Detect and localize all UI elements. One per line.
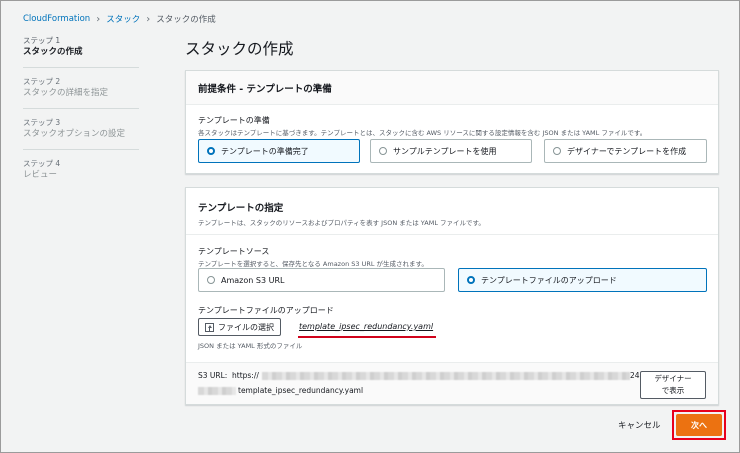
breadcrumb: CloudFormation › スタック › スタックの作成 (23, 13, 216, 26)
cancel-button[interactable]: キャンセル (618, 419, 661, 431)
template-source-desc: テンプレートを選択すると、保存先となる Amazon S3 URL が生成されま… (198, 260, 428, 268)
next-button-highlight: 次へ (672, 410, 726, 440)
highlight-underline (298, 336, 436, 338)
view-in-designer-button[interactable]: デザイナー で表示 (640, 371, 706, 399)
wizard-step-2: ステップ 2 スタックの詳細を指定 (23, 76, 139, 109)
template-panel: テンプレートの指定 テンプレートは、スタックのリソースおよびプロパティを表す J… (185, 187, 719, 405)
radio-upload-file[interactable]: テンプレートファイルのアップロード (458, 268, 707, 292)
designer-button-line1: デザイナー (654, 374, 692, 383)
template-source-label: テンプレートソース (198, 247, 270, 256)
redacted-url (198, 387, 236, 395)
step-name: レビュー (23, 170, 58, 180)
breadcrumb-stacks[interactable]: スタック (106, 13, 140, 25)
choose-file-label: ファイルの選択 (218, 322, 274, 332)
step-number: ステップ 2 (23, 77, 61, 86)
radio-label: Amazon S3 URL (221, 275, 285, 285)
radio-label: サンプルテンプレートを使用 (393, 146, 497, 156)
s3-url-filename: template_ipsec_redundancy.yaml (238, 386, 364, 395)
breadcrumb-current: スタックの作成 (156, 15, 216, 25)
radio-unselected-icon (207, 276, 215, 284)
breadcrumb-cloudformation[interactable]: CloudFormation (23, 14, 90, 24)
wizard-step-3: ステップ 3 スタックオプションの設定 (23, 117, 139, 150)
radio-selected-icon (467, 276, 475, 284)
radio-selected-icon (207, 147, 215, 155)
step-name: スタックオプションの設定 (23, 129, 126, 139)
step-number: ステップ 4 (23, 159, 61, 168)
choose-file-button[interactable]: ファイルの選択 (198, 318, 281, 336)
wizard-step-4: ステップ 4 レビュー (23, 158, 139, 190)
template-panel-desc: テンプレートは、スタックのリソースおよびプロパティを表す JSON または YA… (198, 219, 485, 227)
upload-label: テンプレートファイルのアップロード (198, 306, 334, 315)
s3-url-label: S3 URL: (198, 371, 228, 380)
redacted-url (262, 372, 630, 380)
wizard-step-1: ステップ 1 スタックの作成 (23, 35, 139, 68)
selected-filename: template_ipsec_redundancy.yaml (299, 322, 434, 331)
template-panel-title: テンプレートの指定 (198, 203, 284, 214)
prereq-panel: 前提条件 - テンプレートの準備 テンプレートの準備 各スタックはテンプレートに… (185, 70, 719, 174)
s3-url-tail: 24 (630, 371, 640, 380)
radio-unselected-icon (379, 147, 387, 155)
designer-button-line2: で表示 (661, 386, 685, 395)
upload-icon (205, 322, 214, 332)
prereq-panel-title: 前提条件 - テンプレートの準備 (186, 71, 718, 105)
radio-template-ready[interactable]: テンプレートの準備完了 (198, 139, 360, 163)
page-title: スタックの作成 (185, 40, 294, 58)
prepare-template-label: テンプレートの準備 (198, 116, 270, 125)
radio-s3-url[interactable]: Amazon S3 URL (198, 268, 445, 292)
step-name: スタックの詳細を指定 (23, 88, 109, 98)
prepare-template-desc: 各スタックはテンプレートに基づきます。テンプレートとは、スタックに含む AWS … (198, 129, 647, 137)
divider (186, 234, 718, 235)
radio-label: テンプレートの準備完了 (221, 146, 309, 156)
radio-label: テンプレートファイルのアップロード (481, 275, 617, 285)
upload-hint: JSON または YAML 形式のファイル (198, 342, 303, 350)
step-number: ステップ 1 (23, 36, 61, 45)
next-button[interactable]: 次へ (676, 414, 722, 436)
step-number: ステップ 3 (23, 118, 61, 127)
chevron-right-icon: › (96, 13, 101, 25)
radio-sample-template[interactable]: サンプルテンプレートを使用 (370, 139, 532, 163)
s3-url-area: S3 URL: https:// 24 template_ipsec_redun… (186, 362, 718, 404)
chevron-right-icon: › (146, 13, 151, 25)
step-name: スタックの作成 (23, 47, 83, 57)
radio-label: デザイナーでテンプレートを作成 (567, 146, 687, 156)
s3-url-prefix: https:// (232, 371, 259, 380)
radio-unselected-icon (553, 147, 561, 155)
wizard-steps: ステップ 1 スタックの作成 ステップ 2 スタックの詳細を指定 ステップ 3 … (23, 35, 139, 198)
radio-designer-template[interactable]: デザイナーでテンプレートを作成 (544, 139, 707, 163)
